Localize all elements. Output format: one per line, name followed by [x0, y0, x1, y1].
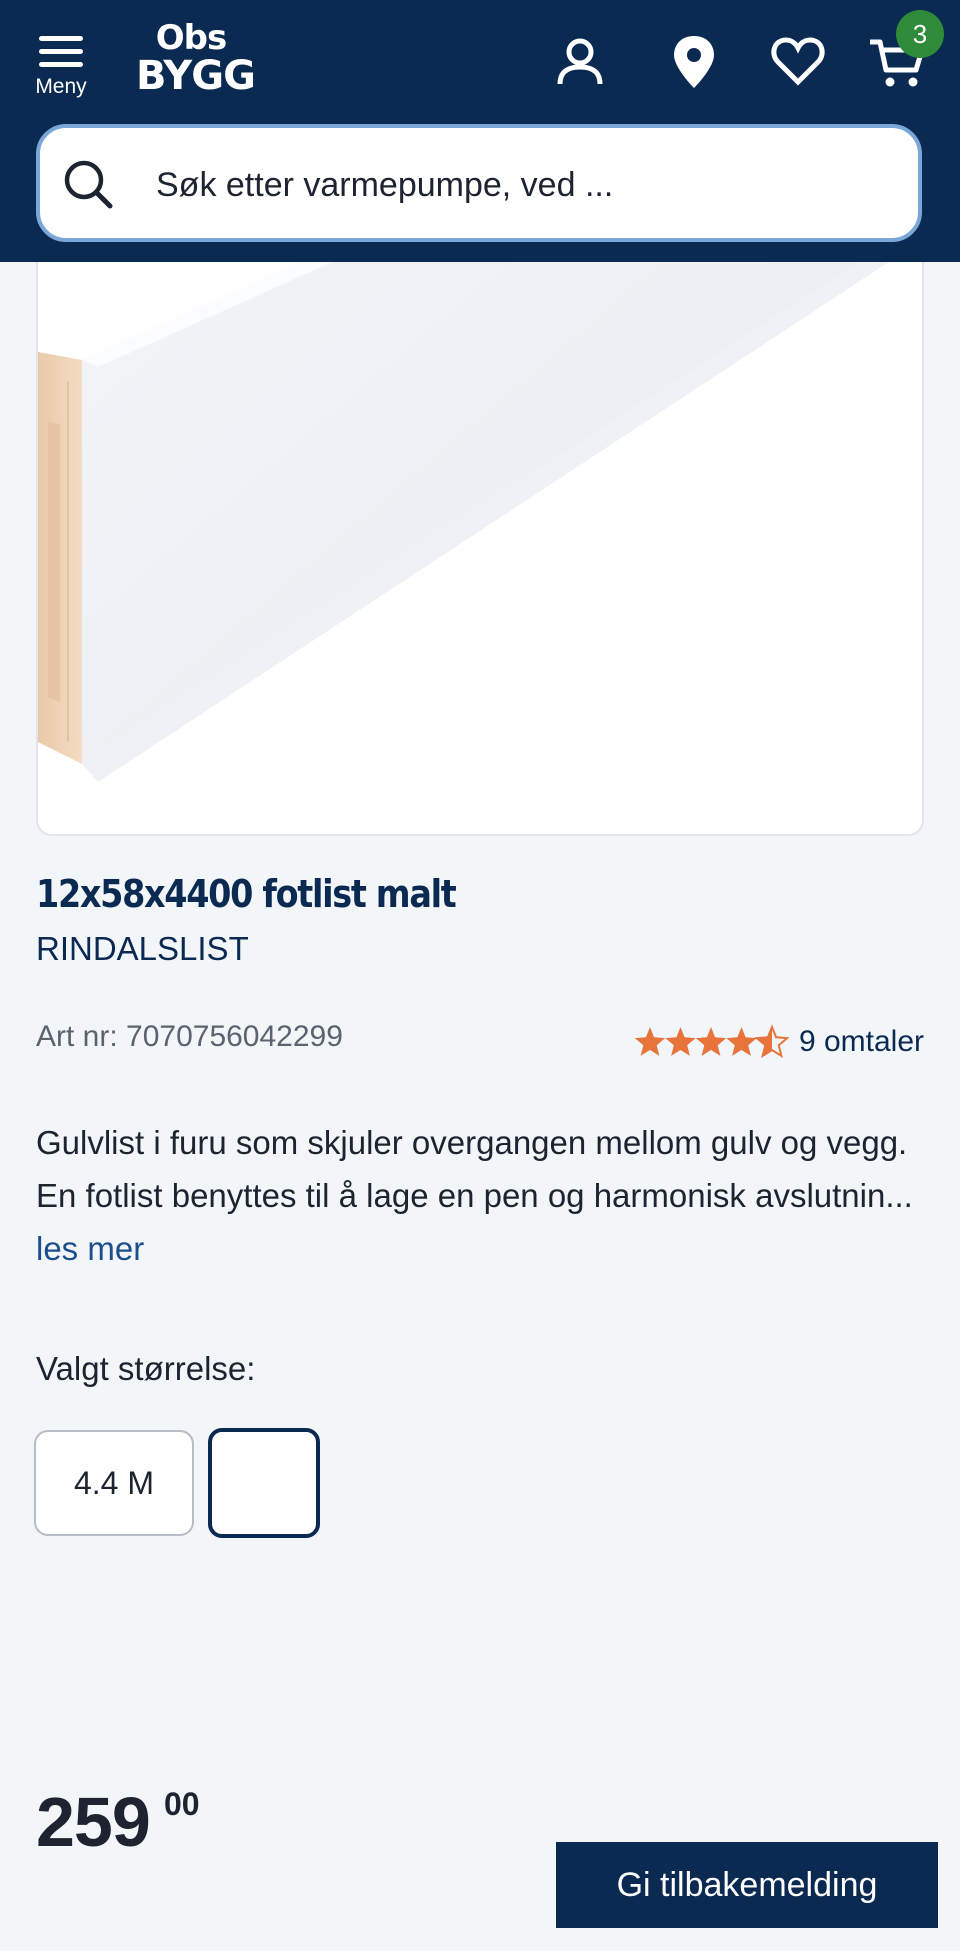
rating-stars: [634, 1024, 789, 1059]
search-icon: [64, 160, 113, 209]
product-description: Gulvlist i furu som skjuler overgangen m…: [36, 1116, 936, 1275]
location-pin-icon[interactable]: [666, 34, 722, 90]
read-more-link[interactable]: les mer: [36, 1230, 144, 1267]
product-title: 12x58x4400 fotlist malt: [36, 872, 457, 916]
article-number: Art nr: 7070756042299: [36, 1020, 343, 1053]
size-option-4-4m[interactable]: 4.4 M: [34, 1430, 194, 1536]
search-placeholder: Søk etter varmepumpe, ved ...: [156, 166, 614, 204]
rating-star: [665, 1027, 696, 1056]
search-input[interactable]: Søk etter varmepumpe, ved ...: [36, 124, 922, 242]
menu-icon: [30, 30, 92, 67]
rating-star: [726, 1027, 757, 1056]
cart-count-badge: 3: [896, 10, 944, 58]
review-count[interactable]: 9 omtaler: [799, 1025, 924, 1059]
product-image[interactable]: [36, 180, 924, 836]
heart-icon[interactable]: [770, 34, 826, 90]
size-label: Valgt størrelse:: [36, 1350, 256, 1387]
logo-line-2: BYGG: [136, 53, 256, 99]
rating-star: [754, 1024, 789, 1059]
product-rating[interactable]: 9 omtaler: [633, 1020, 924, 1064]
product-brand[interactable]: RINDALSLIST: [36, 930, 249, 968]
price-decimals: 00: [164, 1786, 200, 1822]
user-icon[interactable]: [552, 34, 608, 90]
menu-button[interactable]: Meny: [30, 30, 92, 106]
description-text: Gulvlist i furu som skjuler overgangen m…: [36, 1124, 913, 1214]
top-header: Meny Obs BYGG 3 Søk etter varmepumpe, ve…: [0, 0, 960, 262]
rating-star: [634, 1027, 666, 1056]
menu-label: Meny: [35, 75, 87, 98]
size-option-selected[interactable]: [208, 1428, 320, 1538]
feedback-button[interactable]: Gi tilbakemelding: [556, 1842, 938, 1928]
obs-bygg-logo[interactable]: Obs BYGG: [136, 18, 256, 100]
logo-line-1: Obs: [155, 18, 227, 58]
rating-star: [695, 1027, 727, 1056]
price-main: 259: [36, 1783, 151, 1861]
price: 259 00: [36, 1782, 200, 1862]
